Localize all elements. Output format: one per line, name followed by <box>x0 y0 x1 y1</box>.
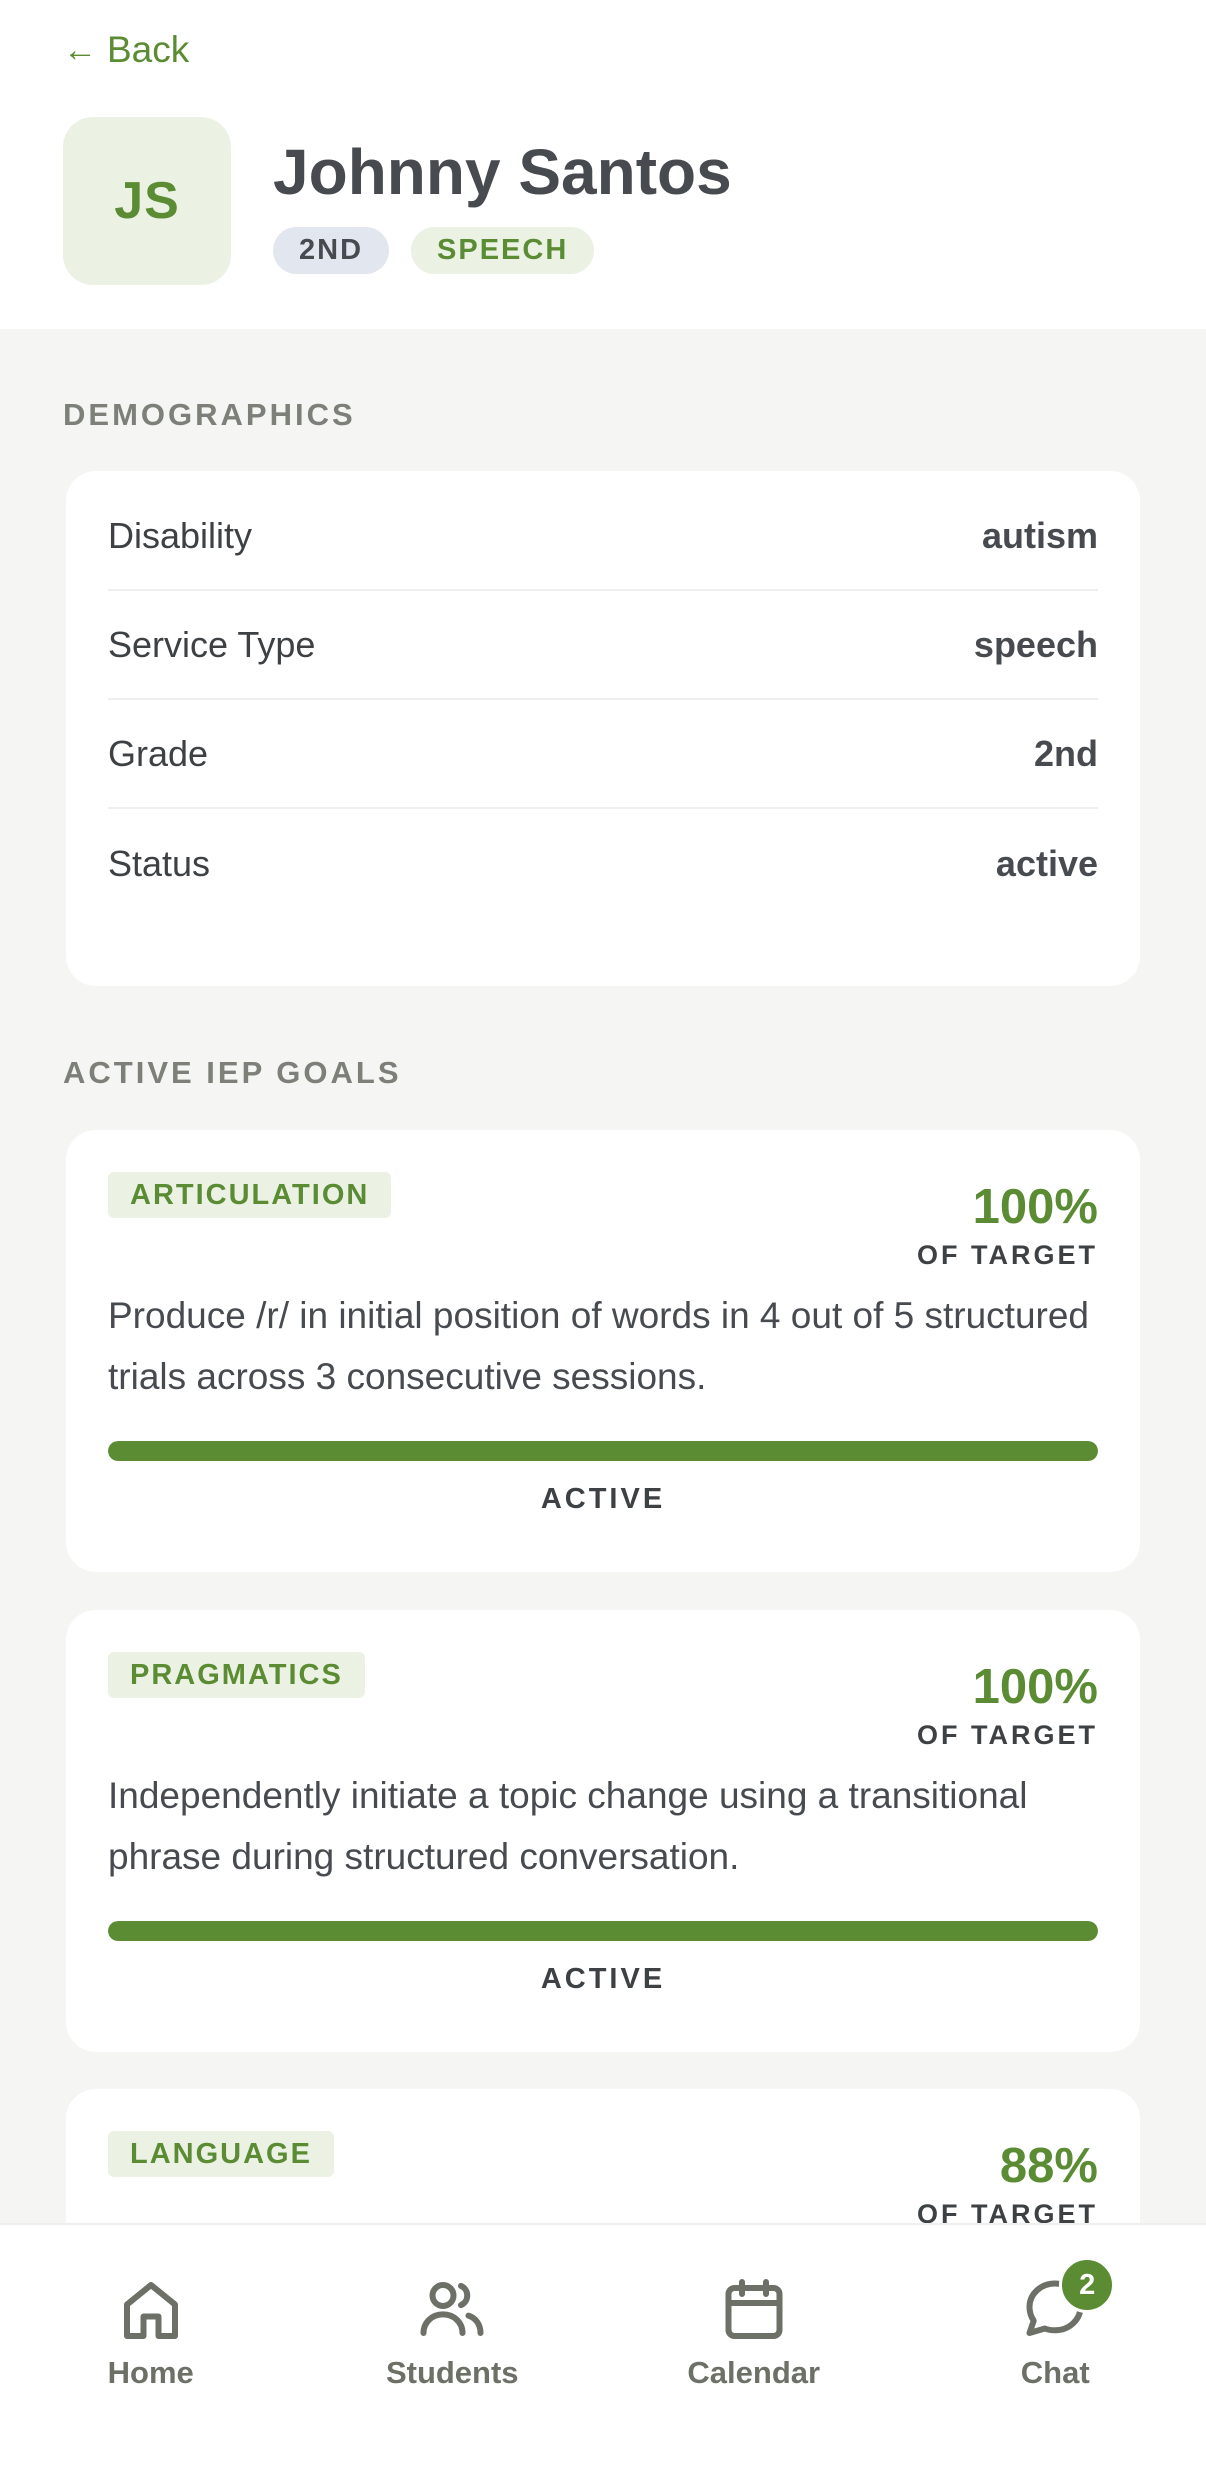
goal-card-pragmatics[interactable]: PRAGMATICS 100% OF TARGET Independently … <box>66 1610 1140 2052</box>
row-label: Status <box>108 842 211 884</box>
row-label: Service Type <box>108 623 316 665</box>
arrow-left-icon: ← <box>63 31 97 69</box>
nav-label: Students <box>385 2355 519 2390</box>
demographics-title: DEMOGRAPHICS <box>63 397 356 432</box>
goal-description: Produce /r/ in initial position of words… <box>108 1295 1090 1397</box>
goal-percent-caption: OF TARGET <box>917 1240 1098 1270</box>
student-header: ← Back JS Johnny Santos 2ND SPEECH <box>0 0 1206 329</box>
goal-description: Independently initiate a topic change us… <box>108 1775 1028 1877</box>
row-label: Grade <box>108 732 209 774</box>
goal-category: PRAGMATICS <box>108 1652 365 1698</box>
bottom-navigation: Home Students Calendar 2 Chat <box>0 2223 1206 2477</box>
nav-label: Chat <box>1020 2355 1090 2390</box>
goal-header: ARTICULATION 100% OF TARGET <box>108 1172 1098 1271</box>
chat-unread-badge: 2 <box>1059 2257 1116 2313</box>
goal-category: LANGUAGE <box>108 2131 334 2177</box>
demographics-row-service-type: Service Type speech <box>108 591 1098 700</box>
goal-status: ACTIVE <box>540 1483 666 1515</box>
student-name: Johnny Santos <box>273 136 732 208</box>
goal-progress-fill <box>108 1441 1098 1461</box>
student-detail-page: ← Back JS Johnny Santos 2ND SPEECH DEMOG… <box>0 0 1206 2477</box>
goal-percent-caption: OF TARGET <box>917 1720 1098 1750</box>
goal-progress-bar <box>108 1441 1098 1461</box>
demographics-row-status: Status active <box>108 809 1098 918</box>
calendar-icon <box>725 2279 783 2339</box>
row-label: Disability <box>108 514 253 556</box>
grade-tag: 2ND <box>273 227 390 274</box>
nav-label: Home <box>107 2355 194 2390</box>
demographics-row-grade: Grade 2nd <box>108 700 1098 809</box>
back-button[interactable]: ← Back <box>63 26 189 74</box>
goal-percent-value: 100% <box>972 1660 1098 1714</box>
goal-progress-bar <box>108 1921 1098 1941</box>
goal-percent-value: 88% <box>999 2139 1098 2193</box>
goal-percent-value: 100% <box>972 1180 1098 1234</box>
nav-students[interactable]: Students <box>302 2225 604 2477</box>
goal-header: PRAGMATICS 100% OF TARGET <box>108 1652 1098 1751</box>
row-value: active <box>995 842 1098 884</box>
goal-progress-percent: 100% OF TARGET <box>917 1660 1098 1751</box>
row-value: autism <box>981 514 1098 556</box>
goal-header: LANGUAGE 88% OF TARGET <box>108 2131 1098 2230</box>
row-value: 2nd <box>1033 732 1098 774</box>
home-icon <box>123 2282 178 2339</box>
student-tags: 2ND SPEECH <box>273 227 595 274</box>
row-value: speech <box>973 623 1098 665</box>
goal-progress-percent: 88% OF TARGET <box>917 2139 1098 2230</box>
goal-category: ARTICULATION <box>108 1172 392 1218</box>
goals-title: ACTIVE IEP GOALS <box>63 1055 402 1090</box>
avatar: JS <box>63 117 231 285</box>
nav-home[interactable]: Home <box>0 2225 302 2477</box>
nav-calendar[interactable]: Calendar <box>603 2225 905 2477</box>
service-tag: SPEECH <box>411 227 595 274</box>
goal-progress-fill <box>108 1921 1098 1941</box>
demographics-row-disability: Disability autism <box>108 482 1098 591</box>
goal-card-articulation[interactable]: ARTICULATION 100% OF TARGET Produce /r/ … <box>66 1130 1140 1572</box>
nav-label: Calendar <box>687 2355 821 2390</box>
students-icon <box>420 2282 484 2336</box>
back-label: Back <box>107 29 190 70</box>
goal-progress-percent: 100% OF TARGET <box>917 1180 1098 1271</box>
demographics-card: Disability autism Service Type speech Gr… <box>66 471 1140 986</box>
goal-status: ACTIVE <box>540 1963 666 1995</box>
nav-chat[interactable]: 2 Chat <box>905 2225 1206 2477</box>
